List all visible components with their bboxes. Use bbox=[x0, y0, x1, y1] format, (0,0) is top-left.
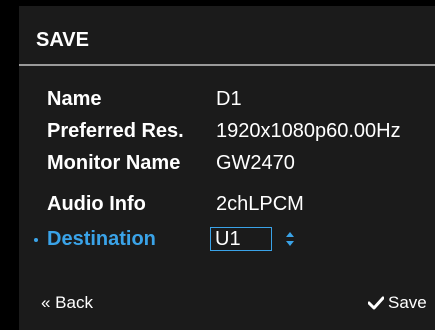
destination-field[interactable]: U1 bbox=[210, 227, 272, 251]
selection-bullet-icon bbox=[34, 238, 38, 242]
up-down-arrows-icon[interactable] bbox=[285, 231, 295, 247]
name-value: D1 bbox=[216, 88, 242, 110]
save-label: Save bbox=[388, 293, 427, 312]
destination-label: Destination bbox=[47, 228, 156, 250]
audio-info-value: 2chLPCM bbox=[216, 193, 304, 215]
save-button[interactable]: Save bbox=[368, 292, 427, 314]
monitor-name-value: GW2470 bbox=[216, 152, 295, 174]
header-divider bbox=[19, 64, 435, 66]
preferred-res-label: Preferred Res. bbox=[47, 120, 184, 142]
name-label: Name bbox=[47, 88, 102, 110]
save-screen: SAVE Name D1 Preferred Res. 1920x1080p60… bbox=[0, 0, 435, 330]
page-title: SAVE bbox=[36, 29, 89, 51]
back-button[interactable]: « Back bbox=[41, 292, 93, 314]
monitor-name-label: Monitor Name bbox=[47, 152, 181, 174]
audio-info-label: Audio Info bbox=[47, 193, 146, 215]
preferred-res-value: 1920x1080p60.00Hz bbox=[216, 120, 401, 142]
check-icon bbox=[368, 296, 384, 310]
